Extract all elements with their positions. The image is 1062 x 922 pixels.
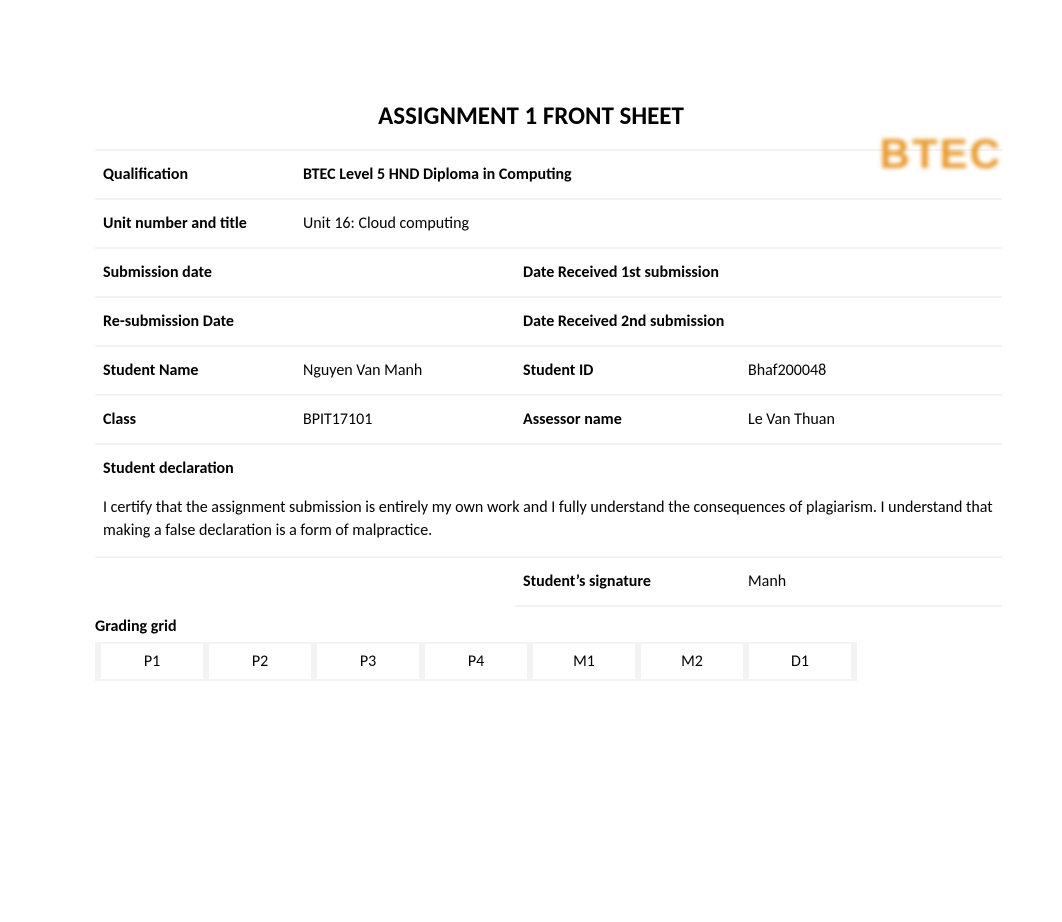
assessor-label: Assessor name bbox=[515, 396, 740, 445]
date-received-2-value bbox=[740, 298, 1002, 347]
grading-col: P2 bbox=[206, 643, 314, 680]
front-sheet: Qualification BTEC Level 5 HND Diploma i… bbox=[95, 149, 1002, 681]
qualification-label: Qualification bbox=[95, 149, 295, 200]
info-table: Qualification BTEC Level 5 HND Diploma i… bbox=[95, 149, 1002, 607]
resubmission-date-label: Re-submission Date bbox=[95, 298, 295, 347]
unit-value: Unit 16: Cloud computing bbox=[295, 200, 1002, 249]
assessor-value: Le Van Thuan bbox=[740, 396, 1002, 445]
grading-col: P4 bbox=[422, 643, 530, 680]
btec-logo: BTEC bbox=[880, 130, 1002, 178]
signature-label: Student’s signature bbox=[515, 558, 740, 607]
resubmission-date-value bbox=[295, 298, 515, 347]
student-name-label: Student Name bbox=[95, 347, 295, 396]
grading-col: P3 bbox=[314, 643, 422, 680]
class-label: Class bbox=[95, 396, 295, 445]
date-received-1-label: Date Received 1st submission bbox=[515, 249, 740, 298]
date-received-1-value bbox=[740, 249, 1002, 298]
grading-col: M1 bbox=[530, 643, 638, 680]
grading-grid-title: Grading grid bbox=[95, 607, 1002, 642]
signature-value: Manh bbox=[740, 558, 1002, 607]
submission-date-value bbox=[295, 249, 515, 298]
unit-label: Unit number and title bbox=[95, 200, 295, 249]
signature-empty bbox=[95, 558, 515, 607]
grading-table: P1 P2 P3 P4 M1 M2 D1 bbox=[95, 642, 857, 681]
declaration-text: I certify that the assignment submission… bbox=[95, 482, 1002, 558]
page-title: ASSIGNMENT 1 FRONT SHEET bbox=[0, 100, 1062, 131]
student-id-value: Bhaf200048 bbox=[740, 347, 1002, 396]
grading-col: D1 bbox=[746, 643, 854, 680]
submission-date-label: Submission date bbox=[95, 249, 295, 298]
student-id-label: Student ID bbox=[515, 347, 740, 396]
grading-col: M2 bbox=[638, 643, 746, 680]
class-value: BPIT17101 bbox=[295, 396, 515, 445]
date-received-2-label: Date Received 2nd submission bbox=[515, 298, 740, 347]
declaration-label: Student declaration bbox=[95, 445, 1002, 482]
grading-col: P1 bbox=[98, 643, 206, 680]
student-name-value: Nguyen Van Manh bbox=[295, 347, 515, 396]
